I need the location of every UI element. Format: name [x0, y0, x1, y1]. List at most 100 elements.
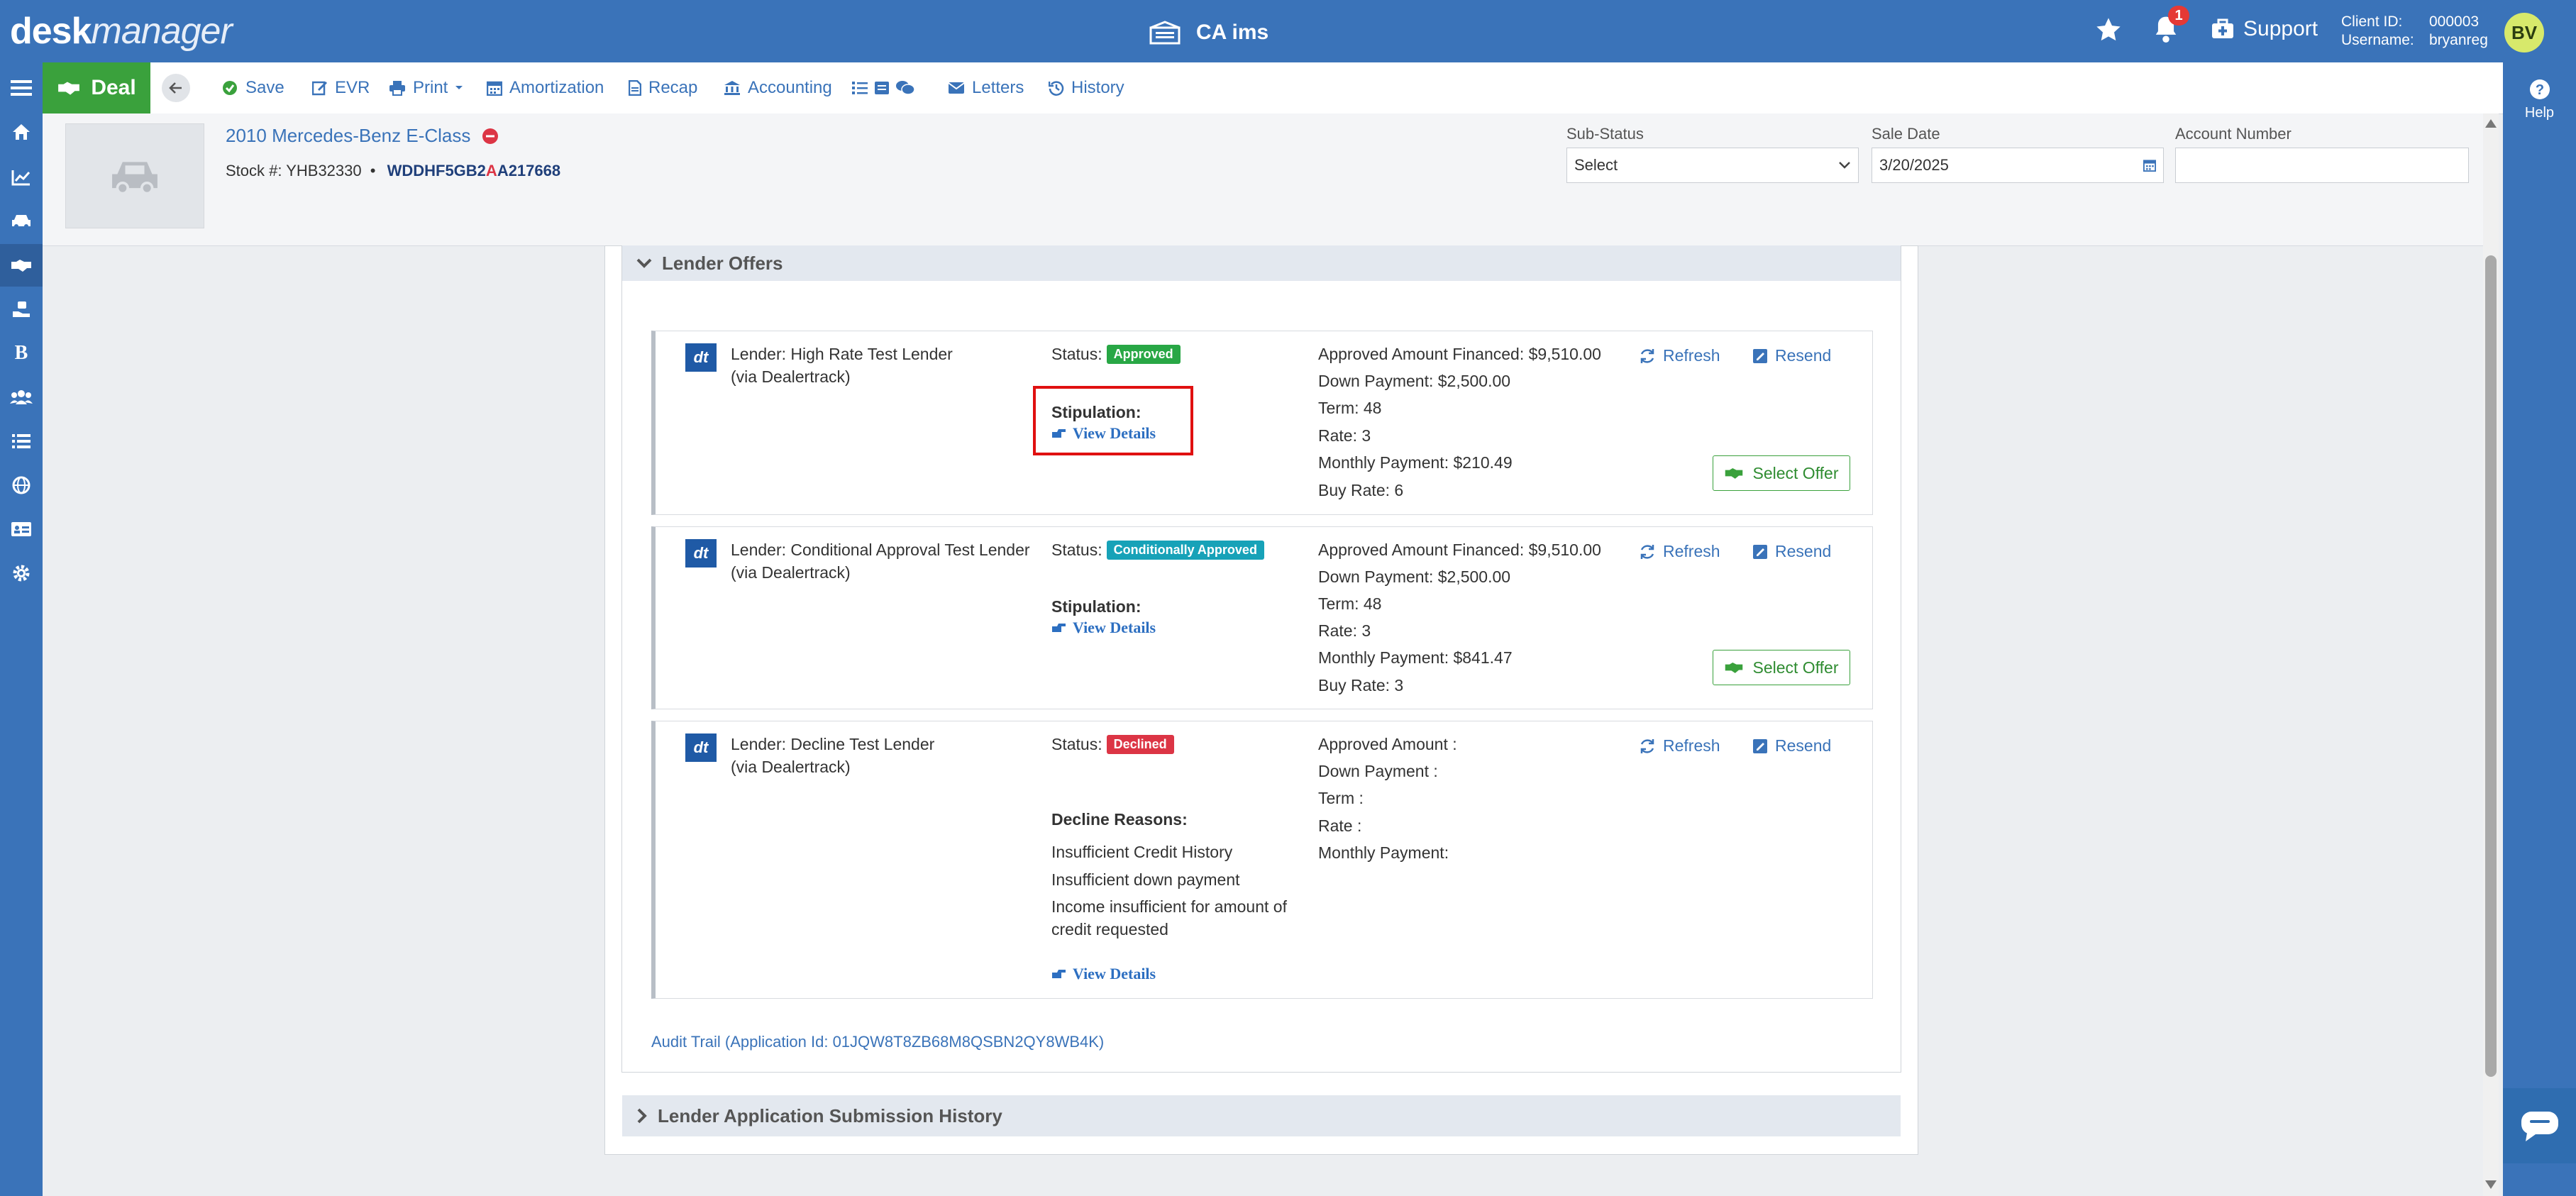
- home-icon[interactable]: [0, 111, 43, 153]
- edit-icon: [312, 81, 327, 96]
- back-button[interactable]: [162, 74, 190, 102]
- vehicle-title-link[interactable]: 2010 Mercedes-Benz E-Class: [226, 125, 470, 147]
- users-icon[interactable]: [0, 376, 43, 419]
- view-details-link[interactable]: View Details: [1051, 965, 1156, 983]
- approved-amount: Approved Amount Financed: $9,510.00: [1318, 541, 1601, 559]
- resend-button[interactable]: Resend: [1752, 346, 1831, 365]
- help-label: Help: [2524, 105, 2555, 121]
- menu-hamburger-icon[interactable]: [0, 67, 43, 109]
- refresh-button[interactable]: Refresh: [1639, 542, 1720, 561]
- amortization-button[interactable]: Amortization: [487, 75, 604, 101]
- support-label: Support: [2243, 17, 2318, 40]
- user-avatar[interactable]: BV: [2504, 13, 2544, 52]
- scroll-down-arrow-icon[interactable]: [2485, 1180, 2497, 1189]
- id-card-icon[interactable]: [0, 508, 43, 550]
- letters-button[interactable]: Letters: [948, 75, 1024, 101]
- chevron-down-icon: [636, 258, 652, 268]
- question-circle-icon: ?: [2529, 79, 2550, 99]
- monthly-payment: Monthly Payment: $841.47: [1318, 648, 1513, 667]
- vin-number[interactable]: WDDHF5GB2AA217668: [387, 162, 561, 179]
- favorites-star-icon[interactable]: [2094, 16, 2123, 48]
- history-label: History: [1071, 78, 1124, 97]
- hand-money-icon[interactable]: [0, 288, 43, 331]
- gear-icon[interactable]: [0, 552, 43, 594]
- left-sidebar: B: [0, 62, 43, 1196]
- calendar-icon[interactable]: [2143, 159, 2156, 172]
- print-icon: [389, 81, 405, 96]
- status-badge: Declined: [1106, 735, 1174, 754]
- status-row: Status: Approved: [1051, 345, 1181, 364]
- rate: Rate: 3: [1318, 426, 1371, 445]
- comments-icon: [896, 81, 915, 95]
- sub-status-select[interactable]: Select: [1566, 148, 1859, 183]
- submission-history-header[interactable]: Lender Application Submission History: [622, 1095, 1901, 1136]
- logo-text-bold: desk: [10, 11, 92, 52]
- view-details-link[interactable]: View Details: [1051, 619, 1156, 637]
- scroll-up-arrow-icon[interactable]: [2485, 119, 2497, 128]
- globe-icon[interactable]: [0, 464, 43, 506]
- amortization-label: Amortization: [509, 78, 604, 97]
- car-icon: [112, 162, 157, 195]
- chart-icon[interactable]: [0, 156, 43, 199]
- file-icon: [629, 80, 641, 96]
- deal-tab[interactable]: Deal: [43, 62, 150, 113]
- refresh-button[interactable]: Refresh: [1639, 736, 1720, 755]
- stock-label: Stock #:: [226, 162, 282, 179]
- app-logo[interactable]: deskmanager: [10, 10, 233, 52]
- recap-label: Recap: [648, 78, 698, 97]
- lender-via: (via Dealertrack): [731, 758, 851, 776]
- logo-text-light: manager: [91, 11, 233, 52]
- history-button[interactable]: History: [1049, 75, 1124, 101]
- select-offer-button[interactable]: Select Offer: [1713, 650, 1850, 685]
- hand-point-right-icon: [1052, 624, 1066, 632]
- decline-reason: credit requested: [1051, 920, 1168, 938]
- refresh-button[interactable]: Refresh: [1639, 346, 1720, 365]
- refresh-icon: [1640, 348, 1654, 363]
- chat-launcher-button[interactable]: [2503, 1088, 2576, 1163]
- username-value: bryanreg: [2429, 32, 2488, 48]
- resend-button[interactable]: Resend: [1752, 736, 1831, 755]
- handshake-icon[interactable]: [0, 244, 43, 287]
- save-button[interactable]: Save: [221, 75, 284, 101]
- list-icon[interactable]: [0, 420, 43, 463]
- evr-label: EVR: [335, 78, 370, 97]
- vehicle-image-placeholder: [65, 123, 204, 228]
- lender-offers-title: Lender Offers: [662, 252, 783, 274]
- tasks-list-icon: [852, 82, 868, 94]
- term: Term: 48: [1318, 399, 1382, 417]
- chevron-right-icon: [637, 1108, 647, 1124]
- check-icon: [223, 81, 237, 95]
- scrollbar-thumb[interactable]: [2485, 255, 2497, 1077]
- select-offer-label: Select Offer: [1752, 463, 1839, 482]
- lender-via: (via Dealertrack): [731, 367, 851, 386]
- print-dropdown[interactable]: Print: [389, 75, 463, 101]
- status-row: Status: Conditionally Approved: [1051, 541, 1264, 560]
- decline-reason: Insufficient down payment: [1051, 870, 1240, 889]
- support-button[interactable]: Support: [2211, 17, 2318, 41]
- lender-offers-header[interactable]: Lender Offers: [622, 245, 1901, 281]
- username-label: Username:: [2341, 32, 2414, 48]
- bold-b-icon[interactable]: B: [0, 332, 43, 375]
- save-label: Save: [245, 78, 284, 97]
- tasks-notes-messages-group[interactable]: [851, 75, 915, 101]
- resend-button[interactable]: Resend: [1752, 542, 1831, 561]
- client-id-label: Client ID:: [2341, 13, 2403, 30]
- lender-name: Lender: Decline Test Lender: [731, 735, 935, 753]
- accounting-button[interactable]: Accounting: [724, 75, 832, 101]
- select-offer-button[interactable]: Select Offer: [1713, 455, 1850, 491]
- envelope-icon: [948, 82, 965, 94]
- sale-date-input[interactable]: 3/20/2025: [1872, 148, 2164, 183]
- minus-circle-icon[interactable]: [482, 128, 499, 145]
- chat-bubble-icon: [2521, 1112, 2558, 1141]
- help-button[interactable]: ? Help: [2503, 78, 2576, 121]
- status-label: Status:: [1051, 735, 1102, 753]
- account-number-input[interactable]: [2175, 148, 2469, 183]
- audit-trail-link[interactable]: Audit Trail (Application Id: 01JQW8T8ZB6…: [651, 1033, 1104, 1051]
- account-number-label: Account Number: [2175, 125, 2292, 143]
- bank-icon: [724, 81, 740, 95]
- sub-status-label: Sub-Status: [1566, 125, 1644, 143]
- monthly-payment: Monthly Payment:: [1318, 843, 1449, 862]
- evr-button[interactable]: EVR: [312, 75, 370, 101]
- car-icon[interactable]: [0, 200, 43, 243]
- recap-button[interactable]: Recap: [629, 75, 697, 101]
